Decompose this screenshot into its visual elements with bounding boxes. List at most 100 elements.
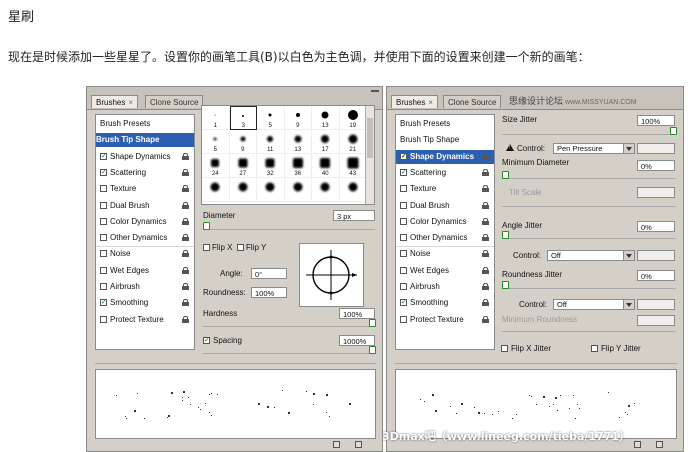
flip-y-checkbox[interactable] — [237, 244, 244, 251]
list-item-checkbox[interactable] — [400, 315, 407, 323]
tab-brushes[interactable]: Brushes × — [91, 95, 139, 108]
list-item-texture[interactable]: Texture — [96, 182, 194, 196]
list-item-dual-brush[interactable]: Dual Brush — [96, 199, 194, 213]
trash-icon[interactable] — [355, 441, 362, 448]
hardness-slider[interactable] — [203, 319, 376, 327]
list-item-wet-edges[interactable]: Wet Edges — [96, 264, 194, 278]
brush-preset-cell[interactable]: 36 — [284, 154, 312, 178]
lock-icon[interactable] — [182, 299, 189, 307]
flip-x-checkbox[interactable] — [203, 244, 210, 251]
panel-menu-icon[interactable] — [371, 90, 379, 95]
roundness-control-steps-field[interactable] — [637, 299, 675, 310]
new-preset-icon[interactable] — [634, 441, 641, 448]
lock-icon[interactable] — [182, 234, 189, 242]
list-item-checkbox[interactable] — [100, 283, 107, 290]
list-item-brush-presets[interactable]: Brush Presets — [396, 117, 494, 131]
list-item-noise[interactable]: Noise — [96, 247, 194, 261]
list-item-shape-dynamics[interactable]: ✓ Shape Dynamics — [96, 150, 194, 164]
new-preset-icon[interactable] — [333, 441, 340, 448]
lock-icon[interactable] — [482, 168, 489, 176]
list-item-scattering[interactable]: ✓ Scattering — [396, 166, 494, 180]
tilt-scale-field[interactable] — [637, 187, 675, 198]
angle-roundness-preview[interactable] — [299, 243, 364, 307]
tab-clone-source[interactable]: Clone Source — [145, 95, 204, 108]
size-jitter-knob[interactable] — [670, 127, 677, 135]
lock-icon[interactable] — [182, 152, 189, 160]
list-item-checkbox[interactable] — [400, 250, 407, 258]
size-jitter-slider[interactable] — [502, 127, 677, 135]
angle-jitter-slider[interactable] — [502, 231, 676, 239]
brush-preset-cell[interactable]: 32 — [257, 154, 285, 178]
control-steps-field[interactable] — [637, 143, 675, 154]
list-item-brush-presets[interactable]: Brush Presets — [96, 117, 194, 131]
hardness-slider-knob[interactable] — [369, 319, 376, 327]
list-item-airbrush[interactable]: Airbrush — [96, 280, 194, 294]
close-icon[interactable]: × — [428, 98, 433, 107]
min-diameter-knob[interactable] — [502, 171, 509, 179]
list-item-checkbox[interactable]: ✓ — [100, 299, 107, 307]
roundness-jitter-slider[interactable] — [502, 281, 676, 289]
brush-preset-cell[interactable]: 17 — [312, 130, 340, 154]
brush-preset-cell[interactable]: 21 — [339, 130, 367, 154]
list-item-brush-tip-shape[interactable]: Brush Tip Shape — [96, 133, 194, 148]
brush-preset-cell[interactable]: 9 — [284, 106, 312, 130]
lock-icon[interactable] — [482, 299, 489, 307]
min-diameter-slider[interactable] — [502, 171, 676, 179]
lock-icon[interactable] — [182, 266, 189, 274]
lock-icon[interactable] — [182, 217, 189, 225]
list-item-checkbox[interactable] — [100, 315, 107, 323]
trash-icon[interactable] — [656, 441, 663, 448]
angle-jitter-knob[interactable] — [502, 231, 509, 239]
lock-icon[interactable] — [482, 283, 489, 290]
lock-icon[interactable] — [482, 266, 489, 274]
brush-preset-cell[interactable]: 5 — [202, 130, 230, 154]
list-item-protect-texture[interactable]: Protect Texture — [96, 313, 194, 327]
lock-icon[interactable] — [482, 250, 489, 258]
lock-icon[interactable] — [182, 283, 189, 290]
control-select[interactable]: Pen Pressure — [553, 143, 635, 154]
list-item-checkbox[interactable]: ✓ — [400, 168, 407, 176]
list-item-checkbox[interactable] — [100, 266, 107, 274]
angle-jitter-field[interactable]: 0% — [637, 221, 675, 232]
brush-preset-cell[interactable]: 5 — [257, 106, 285, 130]
list-item-scattering[interactable]: ✓ Scattering — [96, 166, 194, 180]
brush-preset-cell[interactable]: 11 — [257, 130, 285, 154]
roundness-jitter-knob[interactable] — [502, 281, 509, 289]
list-item-airbrush[interactable]: Airbrush — [396, 280, 494, 294]
brush-preset-cell[interactable] — [312, 178, 340, 202]
list-item-checkbox[interactable] — [400, 217, 407, 225]
lock-icon[interactable] — [182, 250, 189, 258]
close-icon[interactable]: × — [128, 98, 133, 107]
diameter-field[interactable]: 3 px — [333, 210, 375, 221]
list-item-checkbox[interactable] — [100, 185, 107, 193]
brush-preset-cell[interactable] — [229, 178, 257, 202]
spacing-slider[interactable] — [203, 346, 376, 354]
brush-preset-cell[interactable]: 24 — [202, 154, 230, 178]
grid-scrollbar[interactable] — [365, 106, 374, 204]
brush-preset-cell[interactable]: 3 — [229, 106, 257, 130]
brush-preset-cell[interactable]: 13 — [312, 106, 340, 130]
list-item-color-dynamics[interactable]: Color Dynamics — [396, 215, 494, 229]
flip-x-jitter-checkbox[interactable] — [501, 345, 508, 352]
chevron-down-icon[interactable] — [623, 251, 634, 260]
angle-field[interactable]: 0° — [251, 268, 287, 279]
list-item-brush-tip-shape[interactable]: Brush Tip Shape — [396, 133, 494, 147]
spacing-checkbox[interactable]: ✓ — [203, 337, 210, 344]
tab-clone-source[interactable]: Clone Source — [443, 95, 502, 108]
lock-icon[interactable] — [182, 201, 189, 209]
brush-preset-cell[interactable]: 27 — [229, 154, 257, 178]
list-item-checkbox[interactable]: ✓ — [400, 152, 407, 160]
grid-scroll-thumb[interactable] — [367, 118, 373, 158]
list-item-checkbox[interactable]: ✓ — [100, 152, 107, 160]
diameter-slider-knob[interactable] — [203, 222, 210, 230]
lock-icon[interactable] — [482, 315, 489, 323]
tab-brushes[interactable]: Brushes × — [391, 95, 439, 108]
chevron-down-icon[interactable] — [623, 300, 634, 309]
lock-icon[interactable] — [182, 185, 189, 193]
brush-preset-cell[interactable]: 43 — [339, 154, 367, 178]
list-item-checkbox[interactable] — [100, 217, 107, 225]
brush-preset-cell[interactable] — [202, 178, 230, 202]
brush-preset-grid[interactable]: 1 3 5 9 13 19 5 9 11 13 17 21 24 27 32 36 40 43 — [201, 105, 375, 205]
list-item-shape-dynamics[interactable]: ✓ Shape Dynamics — [396, 149, 494, 164]
list-item-dual-brush[interactable]: Dual Brush — [396, 199, 494, 213]
